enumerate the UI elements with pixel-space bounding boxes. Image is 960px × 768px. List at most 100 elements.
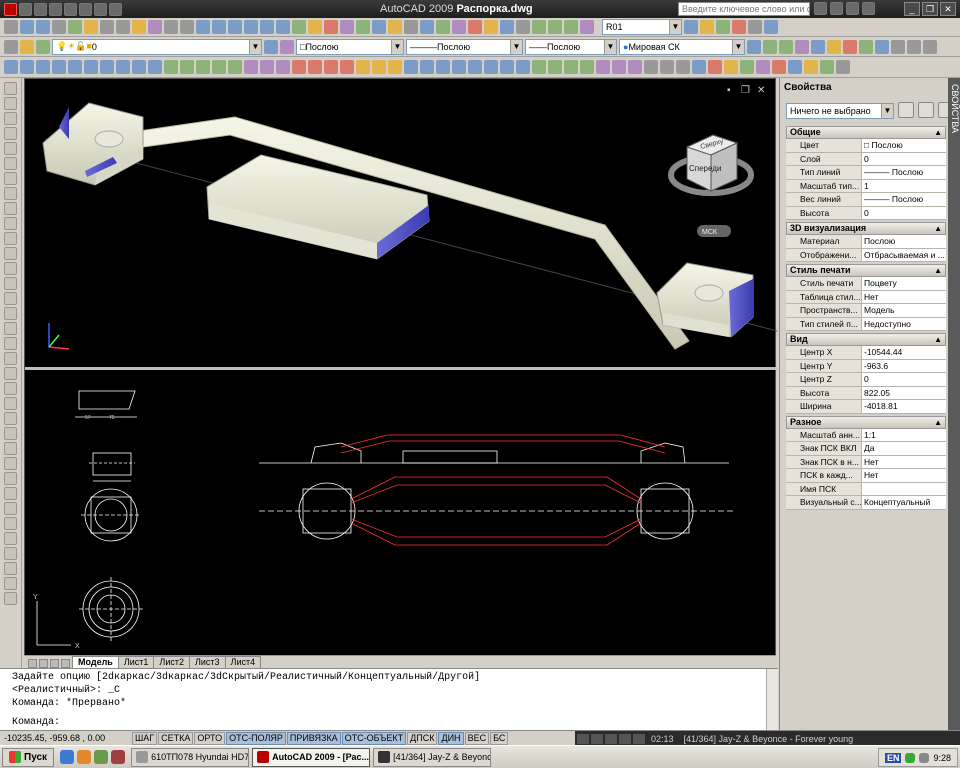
loft-icon[interactable] xyxy=(228,60,242,74)
print-icon[interactable] xyxy=(79,2,92,16)
ucs-z-icon[interactable] xyxy=(564,20,578,34)
chevron-down-icon[interactable]: ▼ xyxy=(249,39,261,54)
3d-hidden-icon[interactable] xyxy=(676,60,690,74)
light-icon[interactable] xyxy=(700,20,714,34)
open-file-icon[interactable] xyxy=(34,2,47,16)
property-row[interactable]: Масштаб анн... 1:1 xyxy=(786,428,946,442)
ucs-face-icon[interactable] xyxy=(500,20,514,34)
wedge-icon[interactable] xyxy=(36,60,50,74)
cylinder-icon[interactable] xyxy=(84,60,98,74)
help-icon[interactable] xyxy=(862,2,875,15)
material-icon[interactable] xyxy=(732,20,746,34)
pickadd-icon[interactable] xyxy=(898,102,914,118)
fillet-icon[interactable] xyxy=(4,577,17,590)
collapse-icon[interactable]: ▲ xyxy=(934,417,942,428)
collapse-icon[interactable]: ▲ xyxy=(934,265,942,276)
property-row[interactable]: Вес линий ——— Послою xyxy=(786,193,946,207)
start-button[interactable]: Пуск xyxy=(2,747,55,767)
ucs-rot-y-icon[interactable] xyxy=(907,39,921,54)
search-input[interactable]: Введите ключевое слово или фразу xyxy=(678,2,810,16)
task-autocad[interactable]: AutoCAD 2009 - [Рас... xyxy=(252,747,371,767)
sheet-set-icon[interactable] xyxy=(340,20,354,34)
markup-icon[interactable] xyxy=(356,20,370,34)
cone-icon[interactable] xyxy=(52,60,66,74)
ucs-3point-icon[interactable] xyxy=(468,20,482,34)
3d-wireframe-icon[interactable] xyxy=(660,60,674,74)
tab-sheet2[interactable]: Лист2 xyxy=(153,656,190,668)
chamfer-icon[interactable] xyxy=(4,562,17,575)
ucs-icon[interactable] xyxy=(404,20,418,34)
next-track-icon[interactable] xyxy=(633,733,645,744)
color-edges-icon[interactable] xyxy=(548,60,562,74)
property-value[interactable]: Послою xyxy=(862,235,946,248)
property-row[interactable]: Высота 0 xyxy=(786,206,946,220)
ucs-origin-small-icon[interactable] xyxy=(843,39,857,54)
copy-edges-icon[interactable] xyxy=(532,60,546,74)
viewport-3d[interactable]: Сверху Спереди МСК xyxy=(42,102,778,350)
open-icon[interactable] xyxy=(20,20,34,34)
ucs-origin-icon[interactable] xyxy=(436,20,450,34)
property-row[interactable]: Таблица стил... Нет xyxy=(786,290,946,304)
collapse-icon[interactable]: ▲ xyxy=(934,127,942,138)
3d-move-icon[interactable] xyxy=(292,60,306,74)
copy-icon[interactable] xyxy=(116,20,130,34)
color-combo[interactable]: □ Послою ▼ xyxy=(296,38,404,55)
clean-icon[interactable] xyxy=(580,60,594,74)
property-row[interactable]: Слой 0 xyxy=(786,152,946,166)
box-icon[interactable] xyxy=(20,60,34,74)
move-faces-icon[interactable] xyxy=(420,60,434,74)
copy-faces-icon[interactable] xyxy=(500,60,514,74)
tab-sheet1[interactable]: Лист1 xyxy=(117,656,155,668)
3d-rotate-icon[interactable] xyxy=(308,60,322,74)
zoom-out-icon[interactable] xyxy=(276,20,290,34)
join-icon[interactable] xyxy=(4,547,17,560)
viewcube-front-label[interactable]: Спереди xyxy=(689,164,721,173)
arc-icon[interactable] xyxy=(4,157,17,170)
region-icon[interactable] xyxy=(4,322,17,335)
circle-icon[interactable] xyxy=(4,172,17,185)
view-cube[interactable]: Сверху Спереди МСК xyxy=(668,134,754,237)
tool-palettes-icon[interactable] xyxy=(324,20,338,34)
publish-icon[interactable] xyxy=(84,20,98,34)
rotate-faces-icon[interactable] xyxy=(468,60,482,74)
selection-combo[interactable]: Ничего не выбрано ▼ xyxy=(786,103,894,119)
property-row[interactable]: Материал Послою xyxy=(786,235,946,249)
ucs-x-icon[interactable] xyxy=(532,20,546,34)
lineweight-combo[interactable]: —— Послою ▼ xyxy=(525,38,617,55)
imprint-icon[interactable] xyxy=(564,60,578,74)
lights-icon[interactable] xyxy=(756,60,770,74)
ucs-view-small-icon[interactable] xyxy=(827,39,841,54)
render-icon[interactable] xyxy=(716,20,730,34)
zoom-realtime-icon[interactable] xyxy=(212,20,226,34)
property-value[interactable]: 0 xyxy=(862,206,946,219)
ellipse-arc-icon[interactable] xyxy=(4,232,17,245)
chevron-down-icon[interactable]: ▼ xyxy=(732,39,744,54)
move-icon[interactable] xyxy=(4,442,17,455)
help-icon[interactable] xyxy=(388,20,402,34)
visual-styles-manager-icon[interactable] xyxy=(724,60,738,74)
multiline-text-icon[interactable] xyxy=(4,352,17,365)
mirror-icon[interactable] xyxy=(4,397,17,410)
insert-block-icon[interactable] xyxy=(4,247,17,260)
ucs-y-icon[interactable] xyxy=(548,20,562,34)
scale-icon[interactable] xyxy=(4,472,17,485)
layer-previous-icon[interactable] xyxy=(36,39,50,54)
linetype-combo[interactable]: ——— Послою ▼ xyxy=(406,38,523,55)
status-polar-button[interactable]: ОТС-ПОЛЯР xyxy=(226,731,286,745)
favorites-star-icon[interactable] xyxy=(846,2,859,15)
stretch-icon[interactable] xyxy=(4,487,17,500)
sweep-icon[interactable] xyxy=(196,60,210,74)
tab-first-icon[interactable] xyxy=(28,659,37,668)
autocad-logo-icon[interactable] xyxy=(4,2,17,16)
player-app-icon[interactable] xyxy=(77,750,92,764)
ucs-world-icon[interactable] xyxy=(420,20,434,34)
polyline-icon[interactable] xyxy=(4,112,17,125)
property-row[interactable]: Цвет □ Послою xyxy=(786,139,946,153)
status-qp-button[interactable]: БС xyxy=(490,731,509,745)
group-misc[interactable]: Разное ▲ xyxy=(786,415,946,429)
ucs-previous-icon[interactable] xyxy=(763,39,777,54)
zoom-previous-icon[interactable] xyxy=(244,20,258,34)
polygon-icon[interactable] xyxy=(4,127,17,140)
cut-icon[interactable] xyxy=(100,20,114,34)
check-icon[interactable] xyxy=(628,60,642,74)
